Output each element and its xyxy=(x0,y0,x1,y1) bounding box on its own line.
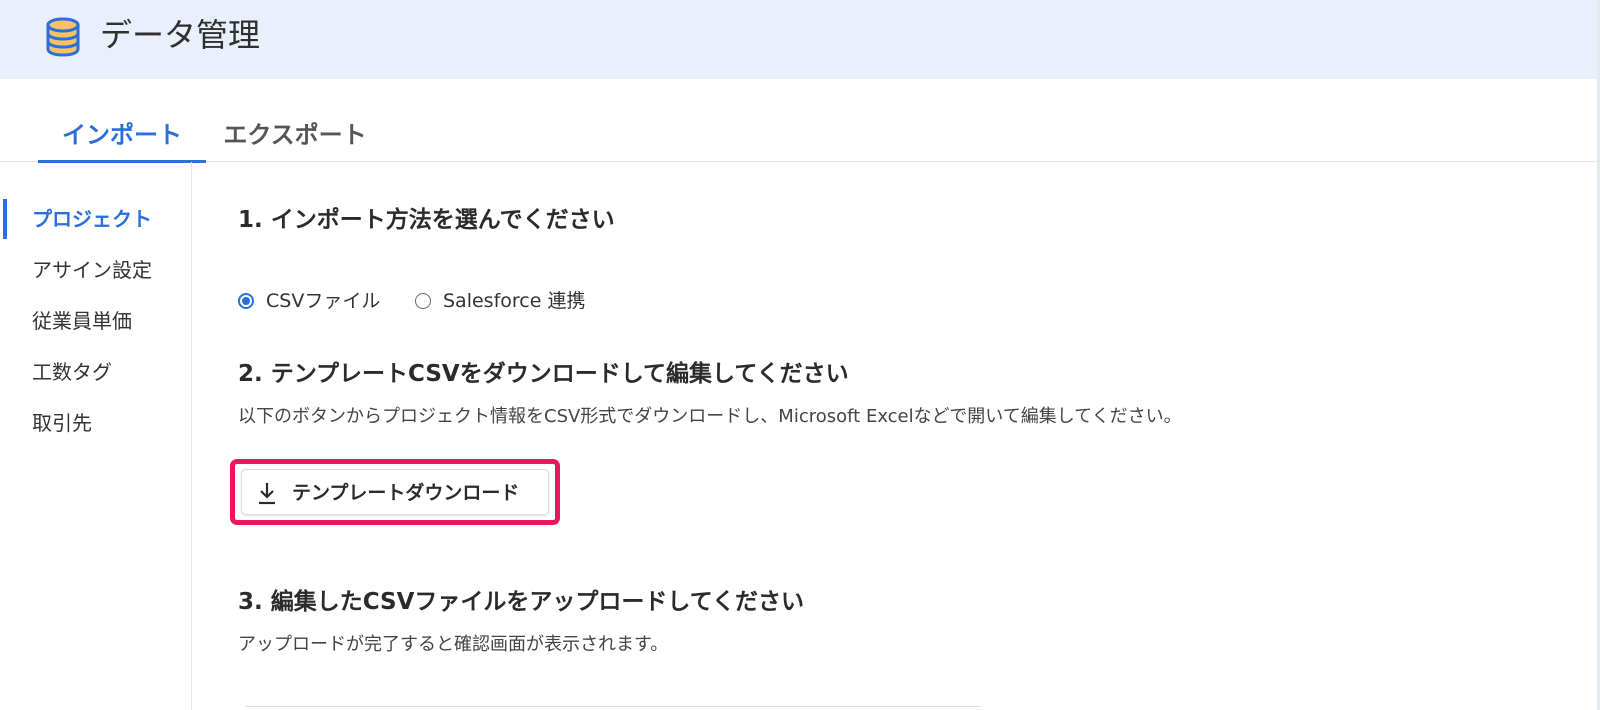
step3-title: 3. 編集したCSVファイルをアップロードしてください xyxy=(238,589,805,615)
step3-description: アップロードが完了すると確認画面が表示されます。 xyxy=(238,634,669,655)
radio-salesforce[interactable]: Salesforce 連携 xyxy=(415,286,615,316)
page-header: データ管理 xyxy=(0,0,1600,79)
step2-title: 2. テンプレートCSVをダウンロードして編集してください xyxy=(238,361,849,387)
tab-import[interactable]: インポート xyxy=(38,110,206,163)
step2-description: 以下のボタンからプロジェクト情報をCSV形式でダウンロードし、Microsoft… xyxy=(238,406,1182,427)
sidebar-item-clients[interactable]: 取引先 xyxy=(0,401,191,445)
download-icon xyxy=(259,483,275,505)
sidebar-item-assign-settings[interactable]: アサイン設定 xyxy=(0,248,191,292)
sidebar-item-label: 取引先 xyxy=(32,411,92,435)
radio-csv-file[interactable]: CSVファイル xyxy=(238,286,403,316)
template-download-button[interactable]: テンプレートダウンロード xyxy=(241,469,549,515)
page-title: データ管理 xyxy=(100,16,261,54)
radio-unchecked-icon xyxy=(415,293,431,309)
tab-import-label: インポート xyxy=(62,121,182,149)
radio-checked-icon xyxy=(238,293,254,309)
database-icon xyxy=(46,17,80,57)
upload-area-edge xyxy=(246,706,980,707)
template-download-label: テンプレートダウンロード xyxy=(292,482,520,504)
sidebar-item-label: アサイン設定 xyxy=(32,258,152,282)
step1-title: 1. インポート方法を選んでください xyxy=(238,207,615,233)
sidebar-item-label: プロジェクト xyxy=(32,207,152,231)
sidebar-item-project[interactable]: プロジェクト xyxy=(0,197,191,241)
sidebar-item-employee-rate[interactable]: 従業員単価 xyxy=(0,299,191,343)
sidebar-item-effort-tags[interactable]: 工数タグ xyxy=(0,350,191,394)
tab-export-label: エクスポート xyxy=(223,121,367,149)
radio-csv-label: CSVファイル xyxy=(266,290,381,312)
radio-salesforce-label: Salesforce 連携 xyxy=(443,290,586,312)
tab-export[interactable]: エクスポート xyxy=(212,110,378,162)
tab-bar: インポート エクスポート xyxy=(0,110,1600,163)
sidebar-item-label: 従業員単価 xyxy=(32,309,132,333)
data-management-page: データ管理 インポート エクスポート プロジェクト アサイン設定 従業員単価 工… xyxy=(0,0,1600,710)
main-content: 1. インポート方法を選んでください CSVファイル Salesforce 連携… xyxy=(230,162,1578,710)
sidebar: プロジェクト アサイン設定 従業員単価 工数タグ 取引先 xyxy=(0,162,192,710)
sidebar-item-label: 工数タグ xyxy=(32,360,112,384)
